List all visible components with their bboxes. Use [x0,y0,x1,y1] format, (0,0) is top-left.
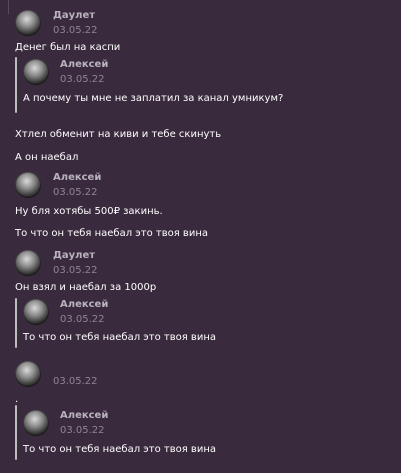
quoted-text: То что он тебя наебал это твоя вина [23,332,216,343]
thread-line [8,0,9,14]
author-name: Алексей [60,410,109,421]
message-text: А он наебал [15,152,79,163]
author-name: Алексей [53,172,102,183]
message-text: . [15,394,19,405]
chat-log: Даулет 03.05.22 Денег был на каспи Алекс… [0,0,401,473]
avatar [23,299,49,325]
author-name: Алексей [60,59,109,70]
quoted-text: А почему ты мне не заплатил за канал умн… [23,93,284,104]
avatar [23,410,49,436]
message-date: 03.05.22 [60,74,105,85]
author-name: Алексей [60,299,109,310]
avatar [15,10,41,36]
message-text: Денег был на каспи [15,42,121,53]
quote-bar [15,57,17,113]
message-date: 03.05.22 [60,314,105,325]
message-date: 03.05.22 [53,376,98,387]
quote-bar [15,405,17,460]
message-date: 03.05.22 [53,187,98,198]
message-text: Ну бля хотябы 500₽ закинь. [15,206,163,217]
author-name: Даулет [53,10,96,21]
author-name: Даулет [53,250,96,261]
message-date: 03.05.22 [53,25,98,36]
avatar [15,250,41,276]
avatar [15,361,41,387]
message-text: То что он тебя наебал это твоя вина [15,228,208,239]
avatar [23,59,49,85]
message-text: Он взял и наебал за 1000р [15,282,157,293]
quote-bar [15,298,17,348]
message-text: Хтлел обменит на киви и тебе скинуть [15,129,222,140]
avatar [15,172,41,198]
message-date: 03.05.22 [60,425,105,436]
message-date: 03.05.22 [53,265,98,276]
quoted-text: То что он тебя наебал это твоя вина [23,444,216,455]
